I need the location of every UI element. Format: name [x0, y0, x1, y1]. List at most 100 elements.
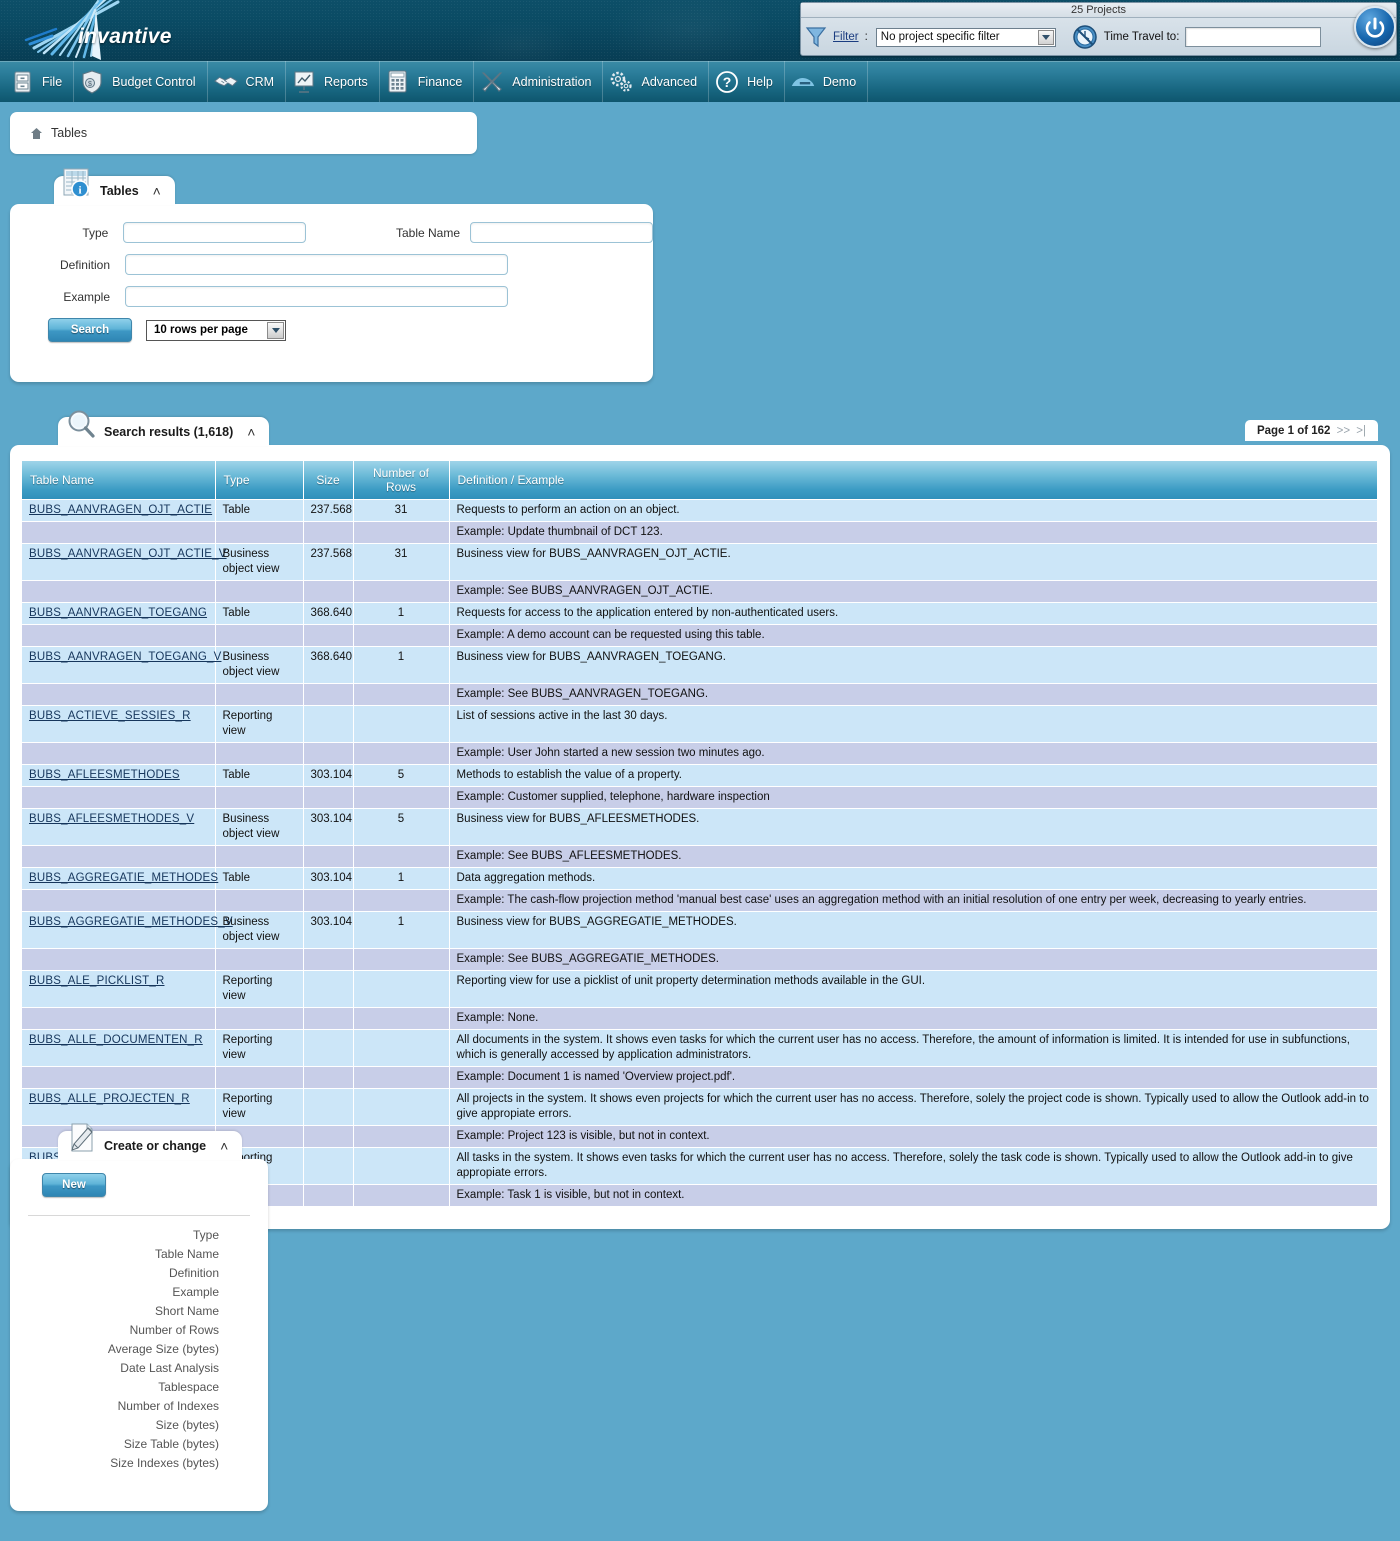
cell-spacer [303, 1007, 354, 1030]
chevron-up-icon[interactable]: ˄ [153, 184, 161, 198]
cell-spacer [215, 948, 304, 971]
col-table-name[interactable]: Table Name [22, 461, 216, 500]
search-input-definition[interactable] [125, 254, 508, 275]
project-filter-value: No project specific filter [880, 30, 1000, 43]
cell-example: Example: See BUBS_AANVRAGEN_OJT_ACTIE. [449, 580, 1378, 603]
chevron-down-icon[interactable] [1037, 29, 1054, 45]
cell-type: Table [215, 867, 304, 890]
menu-item-advanced[interactable]: Advanced [603, 61, 710, 102]
cell-definition: All documents in the system. It shows ev… [449, 1029, 1378, 1067]
col-size[interactable]: Size [303, 461, 354, 500]
cell-number-of-rows: 1 [353, 911, 450, 949]
table-name-link[interactable]: BUBS_AANVRAGEN_TOEGANG [29, 607, 207, 619]
app-banner: invantive 25 Projects Filter : No projec… [0, 0, 1400, 61]
table-name-link[interactable]: BUBS_ALE_PICKLIST_R [29, 975, 164, 987]
cell-type: Reporting view [215, 705, 304, 743]
col-number-of-rows[interactable]: Number of Rows [353, 461, 450, 500]
table-name-link[interactable]: BUBS_AANVRAGEN_TOEGANG_V [29, 651, 221, 663]
table-name-link[interactable]: BUBS_AANVRAGEN_OJT_ACTIE_V [29, 548, 227, 560]
table-name-link[interactable]: BUBS_AGGREGATIE_METHODES_V [29, 916, 233, 928]
search-input-example[interactable] [125, 286, 508, 307]
cell-size [303, 1029, 354, 1067]
question-mark-icon: ? [715, 69, 739, 95]
col-definition-example[interactable]: Definition / Example [449, 461, 1378, 500]
menu-label-demo: Demo [822, 74, 857, 89]
brand-logo[interactable]: invantive [22, 0, 202, 61]
cell-size: 237.568 [303, 499, 354, 522]
filter-link[interactable]: Filter [833, 31, 859, 43]
cell-spacer [303, 521, 354, 544]
table-row: BUBS_AFLEESMETHODES Table 303.104 5 Methods … [22, 764, 1378, 787]
cell-spacer [353, 948, 450, 971]
table-name-link[interactable]: BUBS_AGGREGATIE_METHODES [29, 872, 218, 884]
cell-definition: Business view for BUBS_AANVRAGEN_TOEGANG… [449, 646, 1378, 684]
search-button[interactable]: Search [48, 318, 132, 342]
menu-label-budget-control: Budget Control [112, 74, 196, 89]
create-field-label-list: Type Table Name Definition Example Short Nam… [10, 1226, 268, 1473]
tools-wrench-icon [480, 69, 504, 95]
table-row: BUBS_AANVRAGEN_TOEGANG Table 368.640 1 Reque… [22, 602, 1378, 625]
power-logout-button[interactable] [1354, 6, 1396, 48]
cell-size: 303.104 [303, 911, 354, 949]
search-input-table-name[interactable] [470, 222, 653, 243]
cell-type: Reporting view [215, 970, 304, 1008]
table-row: BUBS_AANVRAGEN_OJT_ACTIE Table 237.568 31 Re… [22, 499, 1378, 522]
cell-spacer [353, 889, 450, 912]
cell-number-of-rows: 5 [353, 808, 450, 846]
results-panel-tab[interactable]: Search results (1,618) ˄ [58, 410, 270, 446]
time-travel-input[interactable] [1185, 27, 1322, 47]
menu-item-administration[interactable]: Administration [474, 61, 604, 102]
rows-per-page-value: 10 rows per page [154, 323, 248, 336]
table-name-link[interactable]: BUBS_ALLE_PROJECTEN_R [29, 1093, 190, 1105]
table-name-link[interactable]: BUBS_AFLEESMETHODES [29, 769, 180, 781]
breadcrumb: Tables [10, 112, 477, 154]
cell-spacer [22, 845, 216, 868]
search-panel-tab[interactable]: i Tables ˄ [54, 168, 175, 205]
cell-size [303, 705, 354, 743]
search-input-type[interactable] [123, 222, 307, 243]
cell-number-of-rows [353, 1029, 450, 1067]
create-panel-tab[interactable]: Create or change ˄ [58, 1123, 243, 1160]
cell-definition: All projects in the system. It shows eve… [449, 1088, 1378, 1126]
menu-item-help[interactable]: ? Help [709, 61, 785, 102]
cell-spacer [353, 521, 450, 544]
menu-item-budget-control[interactable]: $ Budget Control [74, 61, 208, 102]
create-field-label: Tablespace [158, 1380, 219, 1394]
label-type: Type [82, 225, 109, 240]
menu-item-reports[interactable]: Reports [286, 61, 380, 102]
main-menubar: File $ Budget Control CRM Reports Financ… [0, 61, 1400, 102]
create-field-label: Short Name [154, 1304, 219, 1318]
home-icon[interactable] [30, 127, 43, 140]
project-filter-box: 25 Projects Filter : No project specific… [800, 2, 1397, 56]
cell-number-of-rows [353, 705, 450, 743]
cell-spacer [215, 786, 304, 809]
table-info-icon: i [63, 168, 89, 198]
project-filter-select[interactable]: No project specific filter [875, 27, 1056, 47]
menu-item-finance[interactable]: Finance [380, 61, 475, 102]
cell-example: Example: A demo account can be requested… [449, 624, 1378, 647]
pager-next-button[interactable]: >> [1337, 425, 1350, 437]
menu-item-crm[interactable]: CRM [208, 61, 287, 102]
chevron-down-icon[interactable] [267, 321, 284, 339]
cell-size: 303.104 [303, 808, 354, 846]
cell-spacer [22, 580, 216, 603]
table-name-link[interactable]: BUBS_ALLE_DOCUMENTEN_R [29, 1034, 203, 1046]
menu-item-demo[interactable]: Demo [785, 61, 869, 102]
breadcrumb-label[interactable]: Tables [51, 126, 87, 140]
cell-size [303, 1147, 354, 1185]
new-button[interactable]: New [42, 1173, 106, 1197]
time-travel-clock-icon[interactable] [1072, 24, 1098, 50]
chevron-up-icon[interactable]: ˄ [247, 425, 255, 439]
cell-table-name: BUBS_ACTIEVE_SESSIES_R [22, 705, 216, 743]
table-name-link[interactable]: BUBS_AANVRAGEN_OJT_ACTIE [29, 504, 212, 516]
table-name-link[interactable]: BUBS_AFLEESMETHODES_V [29, 813, 194, 825]
rows-per-page-select[interactable]: 10 rows per page [146, 319, 286, 341]
col-type[interactable]: Type [215, 461, 304, 500]
table-name-link[interactable]: BUBS_ACTIEVE_SESSIES_R [29, 710, 191, 722]
pager-last-button[interactable]: >| [1356, 425, 1366, 437]
chevron-up-icon[interactable]: ˄ [220, 1139, 228, 1153]
menu-item-file[interactable]: File [0, 61, 75, 102]
cell-number-of-rows: 1 [353, 646, 450, 684]
pager: Page 1 of 162 >> >| [1244, 420, 1378, 441]
menu-label-advanced: Advanced [641, 74, 698, 89]
